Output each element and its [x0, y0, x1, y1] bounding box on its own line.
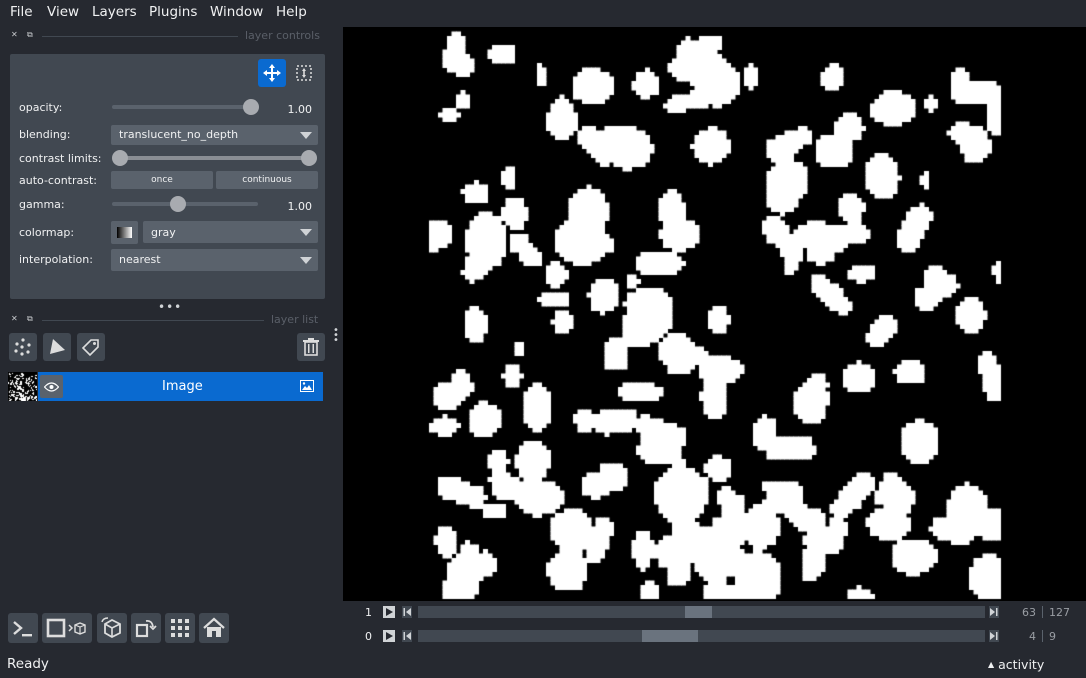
colormap-label: colormap:: [19, 226, 75, 239]
menu-layers[interactable]: Layers: [92, 4, 137, 20]
step-forward-icon[interactable]: [989, 606, 999, 618]
visibility-toggle[interactable]: [40, 375, 63, 398]
contrast-limit-high-handle[interactable]: [301, 150, 317, 166]
contrast-limits-label: contrast limits:: [19, 152, 102, 165]
dim-separator: [1042, 606, 1043, 618]
labels-layer-icon: [81, 339, 99, 357]
home-icon: [203, 617, 225, 637]
dim-max-value: 9: [1049, 630, 1056, 643]
new-labels-layer-button[interactable]: [77, 333, 105, 361]
colormap-select[interactable]: gray: [143, 221, 318, 243]
blending-label: blending:: [19, 128, 71, 141]
transform-button[interactable]: [290, 59, 318, 87]
layer-list-item[interactable]: Image: [38, 372, 323, 401]
dock-divider: [42, 320, 264, 321]
transpose-icon: [135, 619, 157, 638]
status-text: Ready: [7, 656, 49, 672]
menu-bar: File View Layers Plugins Window Help: [0, 0, 1086, 24]
home-button[interactable]: [199, 613, 229, 643]
transform-icon: [296, 65, 312, 81]
console-icon: [13, 621, 32, 637]
float-dock-icon[interactable]: ⧉: [27, 31, 35, 39]
roll-icon: [101, 617, 121, 639]
interpolation-value: nearest: [119, 253, 161, 266]
vertical-splitter-icon[interactable]: • • •: [333, 326, 339, 346]
contrast-limit-low-handle[interactable]: [112, 150, 128, 166]
menu-view[interactable]: View: [47, 4, 79, 20]
layer-name[interactable]: Image: [162, 379, 203, 394]
dim-slider-handle[interactable]: [641, 630, 698, 642]
gamma-slider-handle[interactable]: [170, 196, 186, 212]
interpolation-select[interactable]: nearest: [111, 249, 318, 271]
auto-contrast-label: auto-contrast:: [19, 174, 98, 187]
menu-plugins[interactable]: Plugins: [149, 4, 197, 20]
shapes-layer-icon: [50, 339, 65, 354]
dock-divider: [42, 36, 238, 37]
eye-icon: [44, 382, 59, 392]
interpolation-label: interpolation:: [19, 253, 93, 266]
step-forward-icon[interactable]: [989, 630, 999, 642]
image-canvas[interactable]: [343, 27, 1086, 601]
layer-controls-title: layer controls: [245, 29, 320, 42]
opacity-label: opacity:: [19, 101, 63, 114]
auto-contrast-continuous-button[interactable]: continuous: [216, 171, 318, 189]
layer-list-title: layer list: [271, 313, 319, 326]
auto-contrast-once-button[interactable]: once: [111, 171, 213, 189]
dim-slider-track[interactable]: [418, 630, 985, 642]
points-layer-icon: [14, 338, 31, 356]
dim-axis-label: 0: [365, 630, 372, 643]
opacity-slider[interactable]: [112, 105, 258, 109]
new-shapes-layer-button[interactable]: [43, 333, 71, 361]
dim-separator: [1042, 630, 1043, 642]
transpose-dimensions-button[interactable]: [131, 613, 161, 643]
contrast-limits-slider[interactable]: [118, 156, 310, 160]
delete-layer-button[interactable]: [297, 333, 325, 361]
chevron-down-icon: [300, 132, 312, 139]
blending-value: translucent_no_depth: [119, 128, 239, 141]
close-dock-icon[interactable]: ✕: [11, 315, 19, 323]
grid-view-button[interactable]: [165, 613, 195, 643]
caret-up-icon: ▲: [988, 660, 995, 669]
play-icon[interactable]: [383, 630, 395, 642]
dim-current-value[interactable]: 63: [1022, 606, 1036, 619]
blending-select[interactable]: translucent_no_depth: [111, 125, 318, 145]
chevron-down-icon: [300, 229, 312, 236]
splitter-handle-icon[interactable]: •••: [158, 300, 182, 314]
close-dock-icon[interactable]: ✕: [11, 31, 19, 39]
dim-axis-label: 1: [365, 606, 372, 619]
grid-icon: [171, 619, 189, 637]
new-points-layer-button[interactable]: [9, 333, 37, 361]
gamma-label: gamma:: [19, 198, 65, 211]
console-button[interactable]: [8, 613, 38, 643]
pan-zoom-button[interactable]: [258, 59, 286, 87]
menu-file[interactable]: File: [10, 4, 33, 20]
colormap-value: gray: [151, 226, 176, 239]
delete-layer-icon: [303, 338, 319, 356]
activity-toggle[interactable]: ▲ activity: [988, 657, 1044, 672]
image-type-icon: [300, 380, 314, 392]
chevron-down-icon: [300, 257, 312, 264]
dim-slider-handle[interactable]: [685, 606, 713, 618]
opacity-value: 1.00: [287, 103, 313, 116]
ndisplay-icon: [46, 618, 86, 638]
opacity-slider-handle[interactable]: [243, 99, 259, 115]
menu-window[interactable]: Window: [210, 4, 263, 20]
image-layer-render: [343, 27, 1086, 601]
gamma-value: 1.00: [287, 200, 313, 213]
step-back-icon[interactable]: [402, 606, 412, 618]
layer-thumbnail: [8, 372, 37, 401]
colormap-preview[interactable]: [111, 221, 138, 244]
float-dock-icon[interactable]: ⧉: [27, 315, 35, 323]
play-icon[interactable]: [383, 606, 395, 618]
menu-help[interactable]: Help: [276, 4, 307, 20]
activity-label: activity: [998, 657, 1045, 672]
move-camera-icon: [263, 64, 281, 82]
ndisplay-button[interactable]: [42, 613, 92, 643]
colormap-gradient-icon: [117, 227, 132, 238]
dim-current-value[interactable]: 4: [1022, 630, 1036, 643]
roll-dimensions-button[interactable]: [97, 613, 127, 643]
dim-max-value: 127: [1049, 606, 1070, 619]
step-back-icon[interactable]: [402, 630, 412, 642]
